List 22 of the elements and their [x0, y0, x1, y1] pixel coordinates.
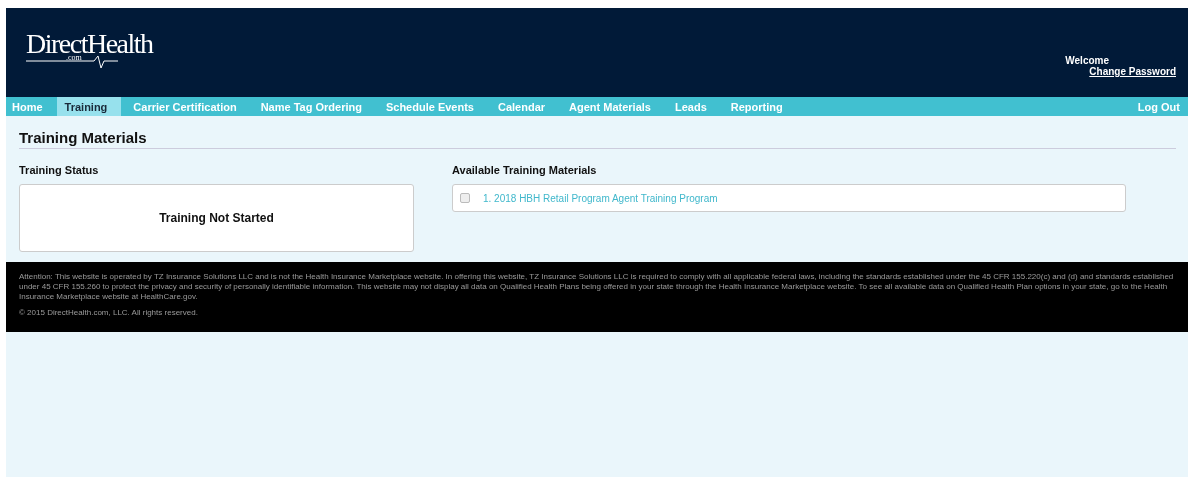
nav-tab[interactable]: Schedule Events: [379, 97, 486, 116]
nav-tab[interactable]: Agent Materials: [563, 97, 663, 116]
status-text: Training Not Started: [159, 211, 274, 225]
section-heading: Available Training Materials: [452, 163, 598, 177]
logo-suffix: .com: [66, 53, 82, 62]
nav-tab[interactable]: Name Tag Ordering: [254, 97, 374, 116]
nav-tab[interactable]: Carrier Certification: [127, 97, 249, 116]
material-link[interactable]: 1. 2018 HBH Retail Program Agent Training Program: [483, 192, 718, 204]
nav-tab[interactable]: Leads: [668, 97, 719, 116]
copyright-text: © 2015 DirectHealth.com, LLC. All rights reserved.: [19, 308, 199, 317]
nav-tab[interactable]: Training: [56, 97, 122, 116]
heartbeat-icon: [26, 55, 118, 69]
nav-tab[interactable]: Home: [6, 97, 55, 116]
nav-tab[interactable]: Reporting: [724, 97, 795, 116]
welcome-text: Welcome: [1065, 55, 1111, 66]
footer-notice: Attention: This website is operated by TZ Insurance Solutions LLC and is not the Health Insurance Marketplace website. In offering this website, TZ Insurance Solutions LLC is required to comply with all applicable federal laws, including the standards established under the 45 CFR 155.220(c) and (d) and standards established under 45 CFR 155.260 to protect the privacy and security of personally identifiable information. This website may not display all data on Qualified Health Plans being offered in your state through the Health Insurance Marketplace website. To see all available data on Qualified Health Plan options in your state, go to the Health Insurance Marketplace website at HealthCare.gov.: [19, 272, 1175, 302]
page-title: Training Materials: [19, 129, 1176, 149]
logout-link[interactable]: Log Out: [1137, 97, 1180, 116]
checkbox[interactable]: [460, 193, 470, 203]
nav-tab[interactable]: Calendar: [491, 97, 558, 116]
section-heading: Training Status: [19, 163, 100, 177]
change-password-link[interactable]: Change Password: [1089, 66, 1176, 78]
